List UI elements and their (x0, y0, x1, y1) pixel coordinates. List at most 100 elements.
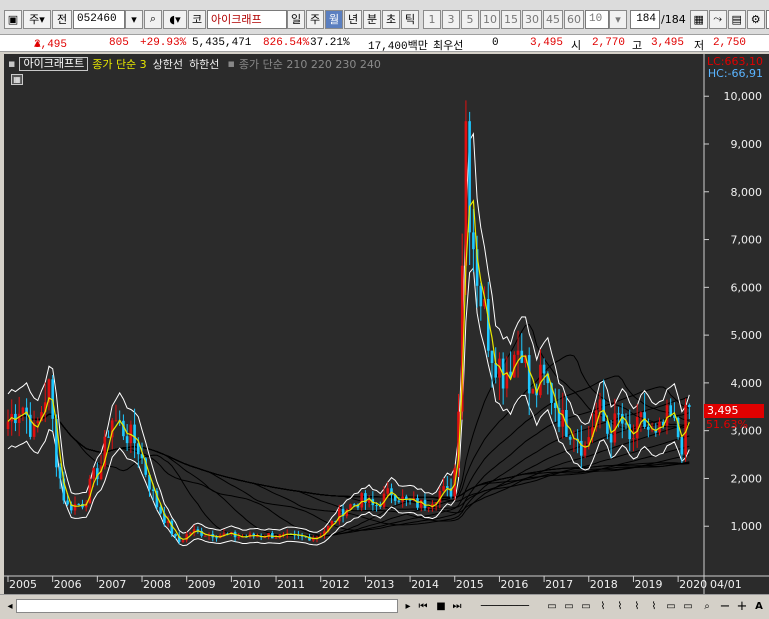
candle-body (215, 537, 218, 539)
long-ma-line (7, 413, 690, 509)
scroll-right-icon[interactable]: ▸ (401, 598, 415, 614)
candle-body (360, 493, 363, 508)
market-badge[interactable]: 코 (188, 9, 206, 29)
interval-5[interactable]: 5 (461, 9, 479, 29)
period-day[interactable]: 일 (287, 9, 305, 29)
y-tick-label: 1,000 (731, 520, 763, 533)
tool-icon-9[interactable]: ▭ (681, 598, 695, 614)
period-minute[interactable]: 분 (363, 9, 381, 29)
candle-body (352, 504, 356, 506)
chart-tool-icon[interactable]: ⤳ (708, 9, 727, 29)
legend-table-icon[interactable]: ▦ (11, 74, 23, 85)
candle-body (531, 388, 535, 394)
layout-icon[interactable]: ▣ (4, 9, 22, 29)
candle-body (516, 350, 520, 355)
quote-turnover: 37.21% (310, 37, 350, 49)
tool-icon-7[interactable]: ⌇ (647, 598, 661, 614)
candle-body (669, 405, 672, 416)
code-dropdown-icon[interactable]: ▾ (125, 9, 143, 29)
candle-body (17, 413, 21, 423)
tool-icon-6[interactable]: ⌇ (630, 598, 644, 614)
x-tick-label: 2010 (232, 578, 260, 591)
candle-body (181, 540, 185, 542)
period-month[interactable]: 월 (325, 9, 343, 29)
hc-value: HC:-66,91 (707, 67, 763, 80)
fast-forward-icon[interactable]: ⏭ (450, 598, 464, 614)
legend-stock-name[interactable]: 아이크래프트 (19, 56, 89, 71)
zoom-slider[interactable]: ──────── (470, 598, 540, 614)
candle-body (386, 488, 389, 494)
y-tick-label: 2,000 (731, 472, 763, 485)
quote-amount: 17,400백만 (368, 41, 428, 53)
interval-dropdown-icon[interactable]: ▾ (609, 9, 627, 29)
candle-body (539, 364, 542, 396)
gear-icon[interactable]: ⚙ (746, 9, 765, 29)
pref-label: 최우선 (433, 39, 464, 52)
tool-icon-2[interactable]: ▭ (562, 598, 576, 614)
x-tick-label: 2007 (98, 578, 126, 591)
magnifier-icon[interactable]: ⌕ (700, 598, 714, 614)
tool-icon-3[interactable]: ▭ (579, 598, 593, 614)
quote-last: 3,495 (530, 37, 564, 49)
scroll-left-icon[interactable]: ◂ (3, 598, 17, 614)
rewind-icon[interactable]: ⏮ (416, 598, 430, 614)
long-ma-line (7, 386, 690, 532)
legend-ma3[interactable]: 종가 단순 3 (92, 56, 146, 72)
interval-30[interactable]: 30 (522, 9, 542, 29)
candle-body (107, 436, 110, 438)
stop-icon[interactable]: ■ (434, 598, 448, 614)
chart-canvas[interactable]: 1,0002,0003,0004,0005,0006,0007,0008,000… (4, 54, 769, 594)
interval-45[interactable]: 45 (543, 9, 563, 29)
legend-lower-band[interactable]: 하한선 (189, 56, 219, 72)
price-chart[interactable]: 1,000 2,000 3,000 4,000 5,000 6,000 7,000 8,000… (4, 54, 769, 594)
quote-high: 3,495 (651, 37, 685, 49)
x-end-label: 04/01 (710, 578, 742, 591)
save-icon[interactable]: ▤ (727, 9, 746, 29)
long-ma-line (7, 413, 690, 499)
candle-body (635, 417, 639, 439)
interval-60[interactable]: 60 (564, 9, 584, 29)
legend-upper-band[interactable]: 상한선 (153, 56, 183, 72)
tool-icon-5[interactable]: ⌇ (613, 598, 627, 614)
prefix-button[interactable]: 전 (52, 9, 72, 29)
x-tick-label: 2013 (366, 578, 394, 591)
interval-input[interactable]: 10 (585, 9, 609, 29)
count-input[interactable]: 184 (630, 9, 660, 29)
period-tick[interactable]: 틱 (401, 9, 419, 29)
zoom-in-icon[interactable]: + (735, 598, 749, 614)
sound-icon[interactable]: ◖▾ (163, 9, 187, 29)
period-week[interactable]: 주 (306, 9, 324, 29)
long-ma-line (7, 375, 690, 536)
legend-bullet2-icon: ▪ (227, 57, 235, 70)
x-tick-label: 2016 (500, 578, 528, 591)
period-second[interactable]: 초 (382, 9, 400, 29)
candle-body (688, 405, 691, 407)
interval-3[interactable]: 3 (442, 9, 460, 29)
zoom-out-icon[interactable]: − (718, 598, 732, 614)
tool-icon-8[interactable]: ▭ (664, 598, 678, 614)
tool-icon-1[interactable]: ▭ (545, 598, 559, 614)
search-icon[interactable]: ⌕ (144, 9, 162, 29)
grid-icon[interactable]: ▦ (689, 9, 708, 29)
candle-body (6, 421, 10, 429)
y-tick-label: 4,000 (731, 377, 763, 390)
font-size-icon[interactable]: A (752, 598, 766, 614)
period-year[interactable]: 년 (344, 9, 362, 29)
candle-body (639, 412, 643, 417)
candle-body (490, 350, 494, 363)
scroll-track[interactable] (16, 599, 398, 613)
y-tick-label: 7,000 (731, 234, 763, 247)
quote-low: 2,750 (713, 37, 747, 49)
tool-icon-4[interactable]: ⌇ (596, 598, 610, 614)
candle-body (494, 363, 497, 378)
market-label: 주 (29, 13, 40, 26)
stock-name-field[interactable]: 아이크래프 (207, 9, 287, 29)
stock-code-input[interactable]: 052460 (73, 9, 125, 29)
interval-15[interactable]: 15 (501, 9, 521, 29)
open-label: 시 (571, 39, 582, 52)
interval-10[interactable]: 10 (480, 9, 500, 29)
candle-body (598, 399, 602, 411)
market-select[interactable]: 주 ▾ (23, 9, 51, 29)
legend-long-ma[interactable]: 종가 단순 210 220 230 240 (239, 56, 381, 72)
interval-1[interactable]: 1 (423, 9, 441, 29)
